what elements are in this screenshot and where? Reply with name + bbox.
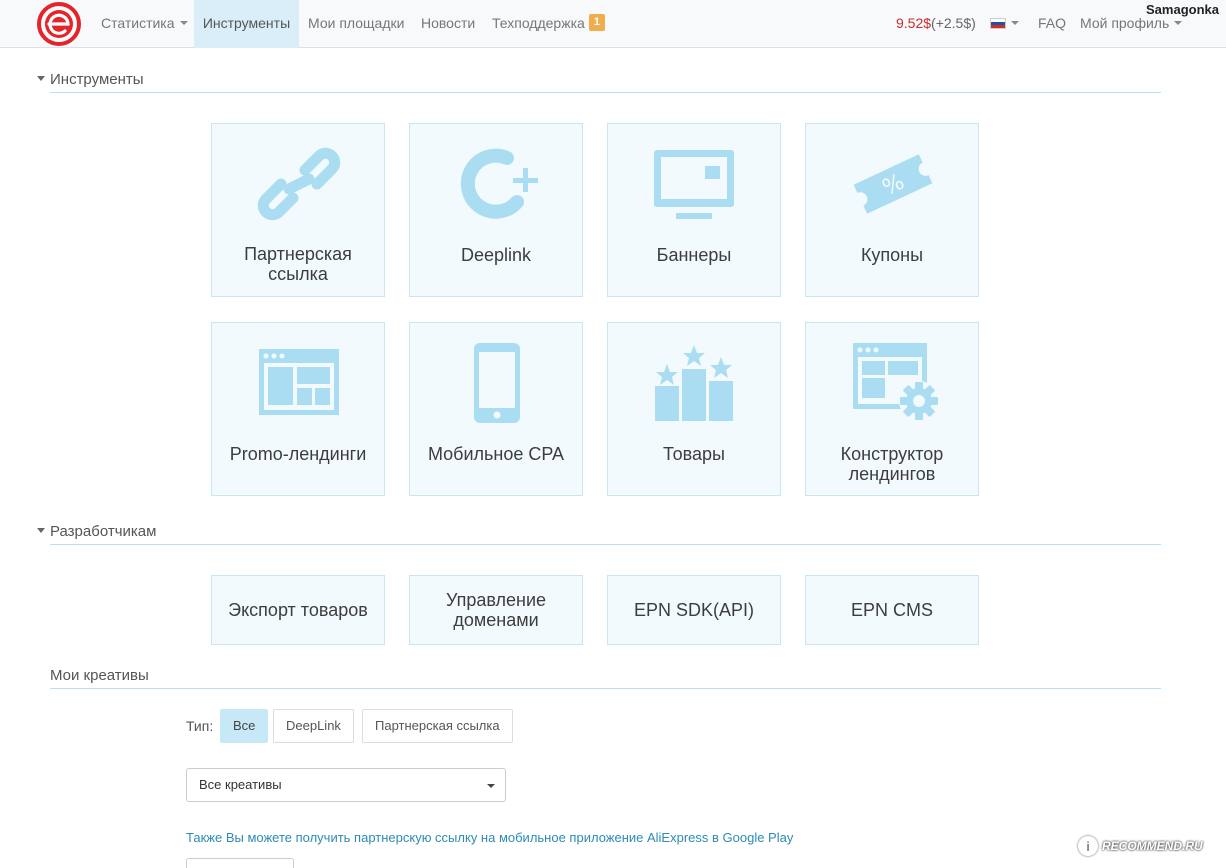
products-stars-icon (655, 345, 733, 421)
creatives-section-header: Мои креативы (50, 667, 149, 684)
divider (50, 688, 1161, 689)
type-filter-label: Тип: (186, 718, 214, 734)
chevron-down-icon (179, 21, 188, 26)
tile-label: Купоны (860, 245, 924, 265)
coupon-icon: % (853, 154, 933, 214)
tile-epn-cms[interactable]: EPN CMS (805, 575, 979, 645)
link-icon (257, 147, 341, 221)
tile-banners[interactable]: Баннеры (607, 123, 781, 297)
tile-label: Конструктор лендингов (840, 444, 944, 484)
collapse-triangle-icon (37, 76, 45, 82)
nav-support[interactable]: Техподдержка 1 (492, 0, 605, 48)
google-play-link[interactable]: Также Вы можете получить партнерскую ссы… (186, 830, 793, 845)
username: Samagonka (1146, 2, 1219, 17)
collapse-triangle-icon (37, 528, 45, 534)
landing-builder-icon (853, 343, 939, 421)
smartphone-icon (474, 343, 520, 423)
monitor-icon (654, 150, 734, 219)
tile-label: Мобильное CPA (427, 444, 565, 464)
balance[interactable]: 9.52$(+2.5$) (896, 0, 976, 48)
epn-logo-icon[interactable] (35, 1, 83, 47)
tile-label: Партнерская ссылка (244, 244, 352, 284)
tile-epn-sdk-api[interactable]: EPN SDK(API) (607, 575, 781, 645)
russia-flag-icon (990, 17, 1006, 29)
language-switcher[interactable] (990, 0, 1019, 48)
tile-label: Баннеры (656, 245, 732, 265)
tile-export-products[interactable]: Экспорт товаров (211, 575, 385, 645)
tile-landing-builder[interactable]: Конструктор лендингов (805, 322, 979, 496)
tile-label: Товары (663, 444, 725, 464)
nav-tools[interactable]: Инструменты (194, 0, 299, 48)
tile-deeplink[interactable]: Deeplink (409, 123, 583, 297)
developers-section-header[interactable]: Разработчикам (37, 523, 156, 540)
tile-promo-landings[interactable]: Promo-лендинги (211, 322, 385, 496)
filter-all-button[interactable]: Все (220, 709, 269, 743)
landing-page-icon (259, 349, 339, 415)
recommend-logo-icon: i (1078, 836, 1098, 856)
tile-partner-link[interactable]: Партнерская ссылка (211, 123, 385, 297)
deeplink-icon (460, 148, 538, 219)
nav-faq[interactable]: FAQ (1038, 0, 1066, 48)
chevron-down-icon (1011, 21, 1019, 26)
support-badge: 1 (588, 14, 605, 32)
tile-coupons[interactable]: % Купоны (805, 123, 979, 297)
tile-products[interactable]: Товары (607, 322, 781, 496)
tile-domain-management[interactable]: Управление доменами (409, 575, 583, 645)
chevron-down-icon (1174, 21, 1183, 26)
chevron-down-icon (487, 784, 495, 788)
tile-label: Promo-лендинги (229, 444, 367, 464)
recommend-watermark: i RECOMMEND.RU (1078, 833, 1203, 859)
top-navbar: Статистика Инструменты Мои площадки Ново… (0, 0, 1226, 48)
nav-news[interactable]: Новости (421, 0, 475, 48)
tile-mobile-cpa[interactable]: Мобильное CPA (409, 322, 583, 496)
filter-partner-link-button[interactable]: Партнерская ссылка (362, 709, 513, 743)
divider (50, 92, 1161, 93)
tile-label: Deeplink (460, 245, 532, 265)
tools-section-header[interactable]: Инструменты (37, 71, 144, 88)
divider (50, 544, 1161, 545)
creatives-select[interactable]: Все креативы (186, 768, 506, 802)
partial-button[interactable] (186, 858, 294, 868)
filter-deeplink-button[interactable]: DeepLink (273, 709, 354, 743)
nav-statistics[interactable]: Статистика (101, 0, 188, 48)
nav-my-sites[interactable]: Мои площадки (308, 0, 404, 48)
